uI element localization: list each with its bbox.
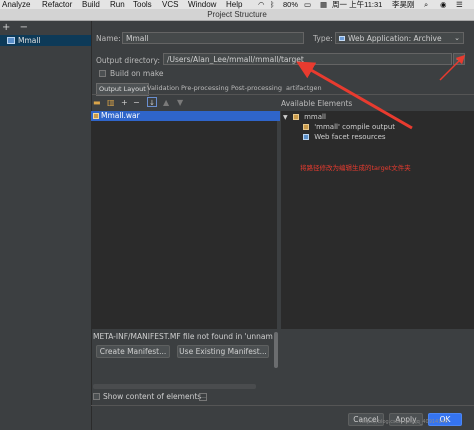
annotation-arrow-to-browse xyxy=(439,54,466,81)
annotation-arrow-to-output-dir xyxy=(296,61,413,130)
more-options-icon[interactable]: … xyxy=(199,393,207,401)
show-content-label: Show content of elements xyxy=(103,392,202,401)
show-content-checkbox[interactable] xyxy=(93,393,100,400)
footer-divider xyxy=(91,405,474,406)
scrollbar-thumb[interactable] xyxy=(274,332,278,368)
watermark-text: https://blog.csdn.net/qq_40914148 xyxy=(360,419,448,425)
manifest-message: META-INF/MANIFEST.MF file not found in '… xyxy=(93,332,273,341)
horizontal-scrollbar[interactable] xyxy=(93,384,256,389)
manifest-scrollbar[interactable] xyxy=(273,330,279,370)
create-manifest-button[interactable]: Create Manifest... xyxy=(96,345,170,358)
annotation-arrows xyxy=(296,54,466,130)
use-existing-manifest-button[interactable]: Use Existing Manifest... xyxy=(177,345,269,358)
